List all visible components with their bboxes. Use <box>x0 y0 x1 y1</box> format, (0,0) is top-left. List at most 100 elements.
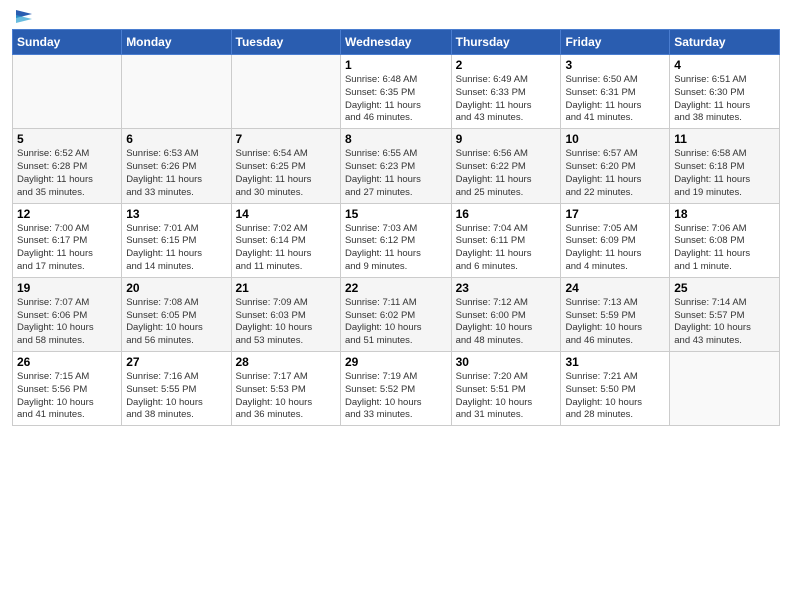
day-info: Sunrise: 7:08 AM Sunset: 6:05 PM Dayligh… <box>126 297 226 348</box>
calendar-cell: 26 Sunrise: 7:15 AM Sunset: 5:56 PM Dayli… <box>13 352 122 426</box>
day-number: 18 <box>674 207 775 221</box>
day-info: Sunrise: 7:20 AM Sunset: 5:51 PM Dayligh… <box>456 371 557 422</box>
calendar-cell: 19Sunrise: 7:07 AM Sunset: 6:06 PM Dayli… <box>13 277 122 351</box>
calendar-cell: 5 Sunrise: 6:52 AM Sunset: 6:28 PM Daylig… <box>13 129 122 203</box>
day-info: Sunrise: 6:53 AM Sunset: 6:26 PM Dayligh… <box>126 148 226 199</box>
day-info: Sunrise: 6:57 AM Sunset: 6:20 PM Dayligh… <box>565 148 665 199</box>
day-of-week-header: Wednesday <box>340 30 451 55</box>
calendar-cell: 21 Sunrise: 7:09 AM Sunset: 6:03 PM Dayli… <box>231 277 340 351</box>
day-info: Sunrise: 7:14 AM Sunset: 5:57 PM Dayligh… <box>674 297 775 348</box>
day-number: 19 <box>17 281 117 295</box>
day-number: 3 <box>565 58 665 72</box>
day-info: Sunrise: 6:52 AM Sunset: 6:28 PM Dayligh… <box>17 148 117 199</box>
day-number: 30 <box>456 355 557 369</box>
calendar-week-row: 1 Sunrise: 6:48 AM Sunset: 6:35 PM Daylig… <box>13 55 780 129</box>
calendar-cell: 2Sunrise: 6:49 AM Sunset: 6:33 PM Daylig… <box>451 55 561 129</box>
day-number: 29 <box>345 355 447 369</box>
calendar-cell <box>13 55 122 129</box>
calendar-table: SundayMondayTuesdayWednesdayThursdayFrid… <box>12 29 780 426</box>
calendar-cell: 15Sunrise: 7:03 AM Sunset: 6:12 PM Dayli… <box>340 203 451 277</box>
day-info: Sunrise: 7:06 AM Sunset: 6:08 PM Dayligh… <box>674 223 775 274</box>
calendar-cell: 9 Sunrise: 6:56 AM Sunset: 6:22 PM Daylig… <box>451 129 561 203</box>
header <box>12 10 780 23</box>
day-info: Sunrise: 6:51 AM Sunset: 6:30 PM Dayligh… <box>674 74 775 125</box>
day-number: 11 <box>674 132 775 146</box>
day-of-week-header: Saturday <box>670 30 780 55</box>
calendar-cell: 14 Sunrise: 7:02 AM Sunset: 6:14 PM Dayli… <box>231 203 340 277</box>
day-info: Sunrise: 7:04 AM Sunset: 6:11 PM Dayligh… <box>456 223 557 274</box>
calendar-cell: 20 Sunrise: 7:08 AM Sunset: 6:05 PM Dayli… <box>122 277 231 351</box>
day-info: Sunrise: 7:15 AM Sunset: 5:56 PM Dayligh… <box>17 371 117 422</box>
calendar-week-row: 19Sunrise: 7:07 AM Sunset: 6:06 PM Dayli… <box>13 277 780 351</box>
calendar-cell <box>670 352 780 426</box>
calendar-cell: 6 Sunrise: 6:53 AM Sunset: 6:26 PM Daylig… <box>122 129 231 203</box>
day-number: 22 <box>345 281 447 295</box>
day-info: Sunrise: 7:09 AM Sunset: 6:03 PM Dayligh… <box>236 297 336 348</box>
day-number: 1 <box>345 58 447 72</box>
day-number: 4 <box>674 58 775 72</box>
day-number: 8 <box>345 132 447 146</box>
day-number: 12 <box>17 207 117 221</box>
day-info: Sunrise: 7:16 AM Sunset: 5:55 PM Dayligh… <box>126 371 226 422</box>
calendar-week-row: 5 Sunrise: 6:52 AM Sunset: 6:28 PM Daylig… <box>13 129 780 203</box>
day-number: 9 <box>456 132 557 146</box>
calendar-cell: 1 Sunrise: 6:48 AM Sunset: 6:35 PM Daylig… <box>340 55 451 129</box>
calendar-cell: 23 Sunrise: 7:12 AM Sunset: 6:00 PM Dayli… <box>451 277 561 351</box>
day-info: Sunrise: 7:21 AM Sunset: 5:50 PM Dayligh… <box>565 371 665 422</box>
day-info: Sunrise: 6:49 AM Sunset: 6:33 PM Dayligh… <box>456 74 557 125</box>
calendar-cell: 24 Sunrise: 7:13 AM Sunset: 5:59 PM Dayli… <box>561 277 670 351</box>
calendar-cell <box>231 55 340 129</box>
day-info: Sunrise: 6:54 AM Sunset: 6:25 PM Dayligh… <box>236 148 336 199</box>
calendar-cell: 8 Sunrise: 6:55 AM Sunset: 6:23 PM Daylig… <box>340 129 451 203</box>
day-number: 17 <box>565 207 665 221</box>
day-info: Sunrise: 6:50 AM Sunset: 6:31 PM Dayligh… <box>565 74 665 125</box>
calendar-cell: 10Sunrise: 6:57 AM Sunset: 6:20 PM Dayli… <box>561 129 670 203</box>
day-number: 25 <box>674 281 775 295</box>
calendar-cell: 31Sunrise: 7:21 AM Sunset: 5:50 PM Dayli… <box>561 352 670 426</box>
day-number: 6 <box>126 132 226 146</box>
day-number: 24 <box>565 281 665 295</box>
calendar-cell: 22 Sunrise: 7:11 AM Sunset: 6:02 PM Dayli… <box>340 277 451 351</box>
day-info: Sunrise: 6:58 AM Sunset: 6:18 PM Dayligh… <box>674 148 775 199</box>
day-number: 13 <box>126 207 226 221</box>
day-info: Sunrise: 6:55 AM Sunset: 6:23 PM Dayligh… <box>345 148 447 199</box>
logo <box>12 10 32 23</box>
calendar-cell: 13 Sunrise: 7:01 AM Sunset: 6:15 PM Dayli… <box>122 203 231 277</box>
day-info: Sunrise: 7:12 AM Sunset: 6:00 PM Dayligh… <box>456 297 557 348</box>
calendar-week-row: 12 Sunrise: 7:00 AM Sunset: 6:17 PM Dayli… <box>13 203 780 277</box>
calendar-cell: 11 Sunrise: 6:58 AM Sunset: 6:18 PM Dayli… <box>670 129 780 203</box>
day-number: 14 <box>236 207 336 221</box>
page-container: SundayMondayTuesdayWednesdayThursdayFrid… <box>0 0 792 612</box>
calendar-cell <box>122 55 231 129</box>
calendar-cell: 3 Sunrise: 6:50 AM Sunset: 6:31 PM Daylig… <box>561 55 670 129</box>
day-number: 21 <box>236 281 336 295</box>
day-info: Sunrise: 7:13 AM Sunset: 5:59 PM Dayligh… <box>565 297 665 348</box>
logo-flag-icon <box>14 10 32 26</box>
calendar-cell: 16 Sunrise: 7:04 AM Sunset: 6:11 PM Dayli… <box>451 203 561 277</box>
day-info: Sunrise: 7:02 AM Sunset: 6:14 PM Dayligh… <box>236 223 336 274</box>
day-of-week-header: Tuesday <box>231 30 340 55</box>
day-info: Sunrise: 7:00 AM Sunset: 6:17 PM Dayligh… <box>17 223 117 274</box>
day-number: 5 <box>17 132 117 146</box>
day-info: Sunrise: 7:01 AM Sunset: 6:15 PM Dayligh… <box>126 223 226 274</box>
day-number: 26 <box>17 355 117 369</box>
calendar-cell: 12 Sunrise: 7:00 AM Sunset: 6:17 PM Dayli… <box>13 203 122 277</box>
day-of-week-header: Monday <box>122 30 231 55</box>
day-number: 16 <box>456 207 557 221</box>
calendar-cell: 4 Sunrise: 6:51 AM Sunset: 6:30 PM Daylig… <box>670 55 780 129</box>
day-number: 20 <box>126 281 226 295</box>
calendar-cell: 25 Sunrise: 7:14 AM Sunset: 5:57 PM Dayli… <box>670 277 780 351</box>
day-info: Sunrise: 7:03 AM Sunset: 6:12 PM Dayligh… <box>345 223 447 274</box>
day-info: Sunrise: 6:56 AM Sunset: 6:22 PM Dayligh… <box>456 148 557 199</box>
calendar-cell: 29Sunrise: 7:19 AM Sunset: 5:52 PM Dayli… <box>340 352 451 426</box>
day-number: 28 <box>236 355 336 369</box>
day-of-week-header: Thursday <box>451 30 561 55</box>
calendar-week-row: 26 Sunrise: 7:15 AM Sunset: 5:56 PM Dayli… <box>13 352 780 426</box>
day-number: 27 <box>126 355 226 369</box>
day-info: Sunrise: 7:05 AM Sunset: 6:09 PM Dayligh… <box>565 223 665 274</box>
day-number: 23 <box>456 281 557 295</box>
day-info: Sunrise: 7:17 AM Sunset: 5:53 PM Dayligh… <box>236 371 336 422</box>
day-info: Sunrise: 6:48 AM Sunset: 6:35 PM Dayligh… <box>345 74 447 125</box>
calendar-cell: 18 Sunrise: 7:06 AM Sunset: 6:08 PM Dayli… <box>670 203 780 277</box>
day-info: Sunrise: 7:11 AM Sunset: 6:02 PM Dayligh… <box>345 297 447 348</box>
